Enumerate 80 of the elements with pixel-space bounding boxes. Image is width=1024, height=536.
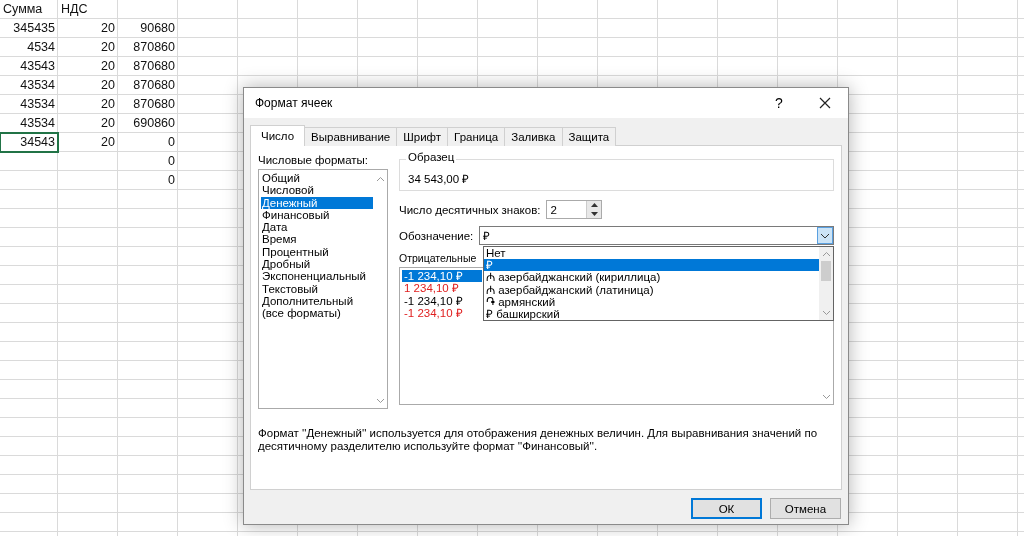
scrollbar-thumb[interactable] bbox=[821, 261, 831, 281]
list-item[interactable]: Дата bbox=[261, 221, 373, 234]
table-cell-text: 20 bbox=[100, 96, 116, 113]
table-cell-text: 43534 bbox=[19, 115, 56, 132]
table-cell-text: 870680 bbox=[132, 58, 176, 75]
negative-label: Отрицательные bbox=[399, 252, 477, 264]
table-cell-text: 0 bbox=[167, 153, 176, 170]
triangle-down-icon bbox=[591, 211, 598, 216]
list-item[interactable]: Дополнительный bbox=[261, 294, 373, 308]
table-cell-text: 20 bbox=[100, 58, 116, 75]
sample-value: 34 543,00 ₽ bbox=[408, 171, 470, 186]
table-cell-text: 870680 bbox=[132, 96, 176, 113]
scrollbar[interactable] bbox=[819, 247, 833, 320]
list-item[interactable]: Дробный bbox=[261, 258, 373, 271]
formats-label: Числовые форматы: bbox=[258, 153, 370, 167]
cancel-button[interactable]: Отмена bbox=[770, 498, 841, 519]
scroll-down-icon[interactable] bbox=[375, 398, 385, 404]
symbol-label: Обозначение: bbox=[399, 228, 475, 243]
list-item[interactable]: 1 234,10 ₽ bbox=[402, 282, 482, 295]
table-cell-text: 0 bbox=[167, 172, 176, 189]
table-cell-text: 90680 bbox=[139, 20, 176, 37]
list-item[interactable]: Финансовый bbox=[261, 208, 373, 222]
list-item[interactable]: Числовой bbox=[261, 184, 373, 197]
tab[interactable]: Граница bbox=[447, 127, 506, 146]
list-item[interactable]: (все форматы) bbox=[261, 307, 373, 320]
table-cell: 34543 bbox=[0, 133, 58, 152]
tab[interactable]: Выравнивание bbox=[304, 127, 398, 146]
list-item[interactable]: Общий bbox=[261, 172, 373, 185]
scroll-up-icon[interactable] bbox=[375, 176, 385, 182]
list-item[interactable]: Денежный bbox=[261, 196, 373, 209]
sample-legend: Образец bbox=[406, 151, 457, 163]
decimals-field[interactable]: 2 bbox=[546, 200, 603, 219]
table-cell-text: 870680 bbox=[132, 77, 176, 94]
triangle-up-icon bbox=[591, 203, 598, 208]
table-cell-text: 870860 bbox=[132, 39, 176, 56]
table-cell-text: 20 bbox=[100, 134, 116, 151]
table-cell-text: 345435 bbox=[12, 20, 56, 37]
dropdown-option[interactable]: ₼ азербайджанский (кириллица) bbox=[484, 271, 819, 284]
table-cell-text: 20 bbox=[100, 20, 116, 37]
list-item[interactable]: Время bbox=[261, 233, 373, 246]
scroll-down-icon[interactable] bbox=[821, 394, 831, 400]
close-icon bbox=[819, 97, 831, 109]
chevron-down-icon bbox=[820, 232, 830, 239]
table-cell-text: 0 bbox=[167, 134, 176, 151]
help-button[interactable]: ? bbox=[756, 88, 802, 118]
table-cell-text: 43534 bbox=[19, 96, 56, 113]
table-cell-text: 4534 bbox=[26, 39, 56, 56]
dropdown-option[interactable]: Нет bbox=[484, 247, 819, 260]
dialog-title: Формат ячеек bbox=[255, 96, 334, 110]
decimals-label: Число десятичных знаков: bbox=[399, 202, 541, 217]
table-cell-text: 20 bbox=[100, 39, 116, 56]
column-header-cell-text: Сумма bbox=[2, 1, 44, 18]
spin-up-button[interactable] bbox=[587, 201, 602, 210]
list-item[interactable]: -1 234,10 ₽ bbox=[402, 270, 482, 283]
tab[interactable]: Защита bbox=[561, 127, 617, 146]
tab[interactable]: Шрифт bbox=[396, 127, 449, 146]
list-item[interactable]: Текстовый bbox=[261, 282, 373, 295]
dropdown-button[interactable] bbox=[817, 227, 833, 244]
list-item[interactable]: Экспоненциальный bbox=[261, 270, 373, 283]
table-cell-text: 43534 bbox=[19, 77, 56, 94]
tab[interactable]: Заливка bbox=[504, 127, 563, 146]
symbol-dropdown[interactable]: ₽ bbox=[479, 226, 834, 245]
scroll-up-icon[interactable] bbox=[821, 251, 831, 257]
list-item[interactable]: Процентный bbox=[261, 245, 373, 259]
spin-down-button[interactable] bbox=[587, 209, 602, 218]
table-cell-text: 20 bbox=[100, 115, 116, 132]
dropdown-option[interactable]: ₽ башкирский bbox=[484, 308, 819, 321]
dropdown-option[interactable]: ֏ армянский bbox=[484, 295, 819, 308]
format-description: Формат ''Денежный'' используется для отображения денежных величин. Для выравнивания значений по десятичному разделителю используйте формат ''Финансовый''. bbox=[258, 427, 819, 453]
column-header-cell-text: НДС bbox=[60, 1, 89, 18]
table-cell-text: 690860 bbox=[132, 115, 176, 132]
scroll-down-icon[interactable] bbox=[821, 310, 831, 316]
list-item[interactable]: -1 234,10 ₽ bbox=[402, 294, 482, 307]
list-item[interactable]: -1 234,10 ₽ bbox=[402, 306, 482, 320]
dropdown-option[interactable]: ₼ азербайджанский (латиница) bbox=[484, 283, 819, 296]
ok-button[interactable]: ОК bbox=[691, 498, 762, 519]
table-cell-text: 43543 bbox=[19, 58, 56, 75]
tab[interactable]: Число bbox=[250, 125, 306, 146]
table-cell-text: 20 bbox=[100, 77, 116, 94]
dropdown-option[interactable]: ₽ bbox=[484, 259, 819, 272]
